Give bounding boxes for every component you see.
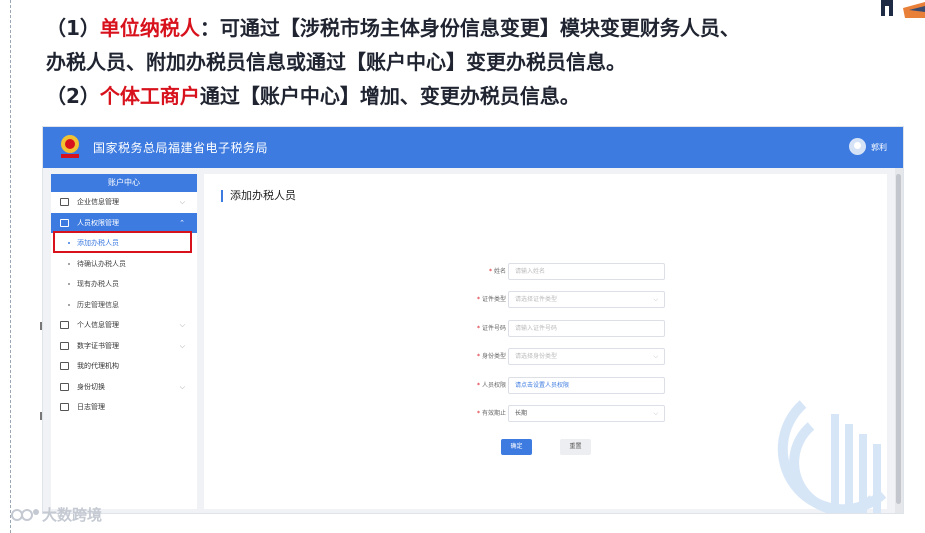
field-label: * 证件类型: [476, 296, 506, 303]
heading-rest-1: ：可通过【涉税市场主体身份信息变更】模块变更财务人员、: [199, 16, 740, 40]
field-label: * 姓名: [488, 268, 506, 275]
bullet-icon: [68, 262, 70, 265]
chevron-down-icon: ⌵: [653, 296, 658, 303]
id-type-select[interactable]: 请选择证件类型 ⌵: [508, 291, 665, 308]
log-icon: [60, 403, 69, 411]
heading-line-1: （1）单位纳税人：可通过【涉税市场主体身份信息变更】模块变更财务人员、: [46, 14, 921, 42]
sidebar-item-label: 企业信息管理: [77, 198, 119, 206]
name-input[interactable]: 请输入姓名: [508, 263, 665, 280]
field-label: * 证件号码: [476, 325, 506, 332]
sidebar-item-label: 我的代理机构: [77, 362, 119, 370]
permissions-link[interactable]: 请点击设置人员权限: [508, 377, 665, 394]
field-label: * 人员权限: [476, 382, 506, 389]
chevron-down-icon: ⌵: [653, 410, 658, 417]
sidebar-item-personnel-permissions[interactable]: 人员权限管理 ⌃: [51, 212, 197, 233]
sidebar-header: 账户中心: [51, 174, 197, 192]
page-title: 添加办税人员: [221, 190, 296, 202]
agency-icon: [60, 362, 69, 370]
building-icon: [60, 198, 69, 206]
sidebar-item-label: 数字证书管理: [77, 341, 119, 350]
reset-button[interactable]: 重置: [560, 439, 591, 455]
screenshot-frame: 国家税务总局福建省电子税务局 郭利 账户中心 企业信息管理 ⌵ 人员权限管理 ⌃ 添…: [42, 126, 904, 514]
sidebar-sub-history[interactable]: 历史管理信息: [51, 295, 197, 316]
form-row-identity-type: * 身份类型 请选择身份类型 ⌵: [404, 348, 665, 365]
sidebar-sub-label: 历史管理信息: [77, 300, 119, 309]
sidebar-item-identity-switch[interactable]: 身份切换 ⌵: [51, 377, 197, 398]
user-avatar[interactable]: [849, 138, 866, 155]
sidebar-item-label: 身份切换: [77, 382, 105, 391]
sidebar-item-label: 人员权限管理: [77, 218, 119, 227]
tax-emblem-icon: [61, 135, 79, 158]
chevron-up-icon: ⌃: [179, 218, 185, 227]
form-row-id-type: * 证件类型 请选择证件类型 ⌵: [404, 291, 665, 308]
sidebar-item-label: 日志管理: [77, 403, 105, 411]
chevron-down-icon: ⌵: [179, 382, 185, 391]
chevron-down-icon: ⌵: [179, 321, 185, 329]
field-label: * 有效期止: [476, 410, 506, 417]
app-topbar: 国家税务总局福建省电子税务局 郭利: [43, 127, 903, 168]
certificate-icon: [60, 341, 69, 350]
brand-watermark: 大数跨境: [10, 504, 102, 526]
user-name[interactable]: 郭利: [871, 142, 887, 153]
heading-line-2: 办税人员、附加办税员信息或通过【账户中心】变更办税员信息。: [46, 50, 626, 74]
heading-highlight-1: 单位纳税人: [99, 16, 200, 40]
brand-name: 大数跨境: [42, 506, 103, 524]
sidebar-sub-label: 待确认办税人员: [77, 259, 126, 268]
id-card-icon: [60, 321, 69, 329]
heading-prefix-1: （1）: [46, 16, 100, 40]
heading-line-3: （2）个体工商户通过【账户中心】增加、变更办税员信息。: [46, 82, 921, 110]
heading-prefix-3: （2）: [46, 84, 100, 108]
sidebar-item-enterprise-info[interactable]: 企业信息管理 ⌵: [51, 192, 197, 213]
form-row-permissions: * 人员权限 请点击设置人员权限: [404, 377, 665, 394]
app-title: 国家税务总局福建省电子税务局: [93, 141, 269, 155]
heading-highlight-3: 个体工商户: [99, 84, 200, 108]
sidebar-sub-label: 现有办税人员: [77, 280, 119, 288]
form-row-name: * 姓名 请输入姓名: [404, 263, 665, 280]
brand-logo-icon: [11, 509, 39, 521]
sidebar: 账户中心 企业信息管理 ⌵ 人员权限管理 ⌃ 添加办税人员 待确认办税人员 现有办税…: [51, 174, 197, 509]
identity-type-select[interactable]: 请选择身份类型 ⌵: [508, 348, 665, 365]
sidebar-item-logs[interactable]: 日志管理: [51, 397, 197, 418]
sidebar-item-agency[interactable]: 我的代理机构: [51, 356, 197, 377]
heading-rest-3: 通过【账户中心】增加、变更办税员信息。: [199, 84, 580, 108]
vertical-scrollbar[interactable]: [895, 168, 903, 513]
sidebar-sub-current-staff[interactable]: 现有办税人员: [51, 274, 197, 295]
chevron-down-icon: ⌵: [653, 353, 658, 360]
tax-logo-watermark-icon: [777, 400, 887, 513]
sidebar-item-personal-info[interactable]: 个人信息管理 ⌵: [51, 315, 197, 336]
confirm-button[interactable]: 确定: [501, 439, 532, 455]
switch-icon: [60, 382, 69, 391]
people-icon: [60, 218, 69, 227]
slide-guide-line: [10, 0, 11, 533]
sidebar-item-label: 个人信息管理: [77, 321, 119, 329]
bullet-icon: [68, 283, 70, 285]
field-label: * 身份类型: [476, 353, 506, 360]
highlight-box: [53, 231, 192, 253]
valid-until-select[interactable]: 长期 ⌵: [508, 405, 665, 422]
form-row-id-number: * 证件号码 请输入证件号码: [404, 320, 665, 337]
sidebar-sub-pending-staff[interactable]: 待确认办税人员: [51, 254, 197, 275]
id-number-input[interactable]: 请输入证件号码: [508, 320, 665, 337]
chevron-down-icon: ⌵: [179, 341, 185, 350]
chevron-down-icon: ⌵: [179, 198, 185, 206]
sidebar-item-certificates[interactable]: 数字证书管理 ⌵: [51, 336, 197, 357]
bullet-icon: [68, 303, 70, 306]
form-row-valid-until: * 有效期止 长期 ⌵: [404, 405, 665, 422]
